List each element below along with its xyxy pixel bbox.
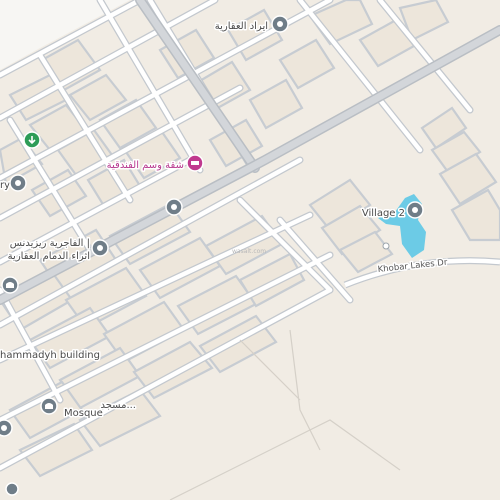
label-masjid: مسجد... (100, 400, 136, 411)
label-partial-ry: ry (0, 180, 10, 191)
mosque-pin-left[interactable] (1, 276, 19, 294)
map-canvas[interactable]: ايراد العقارية شقة وسم الفندقية Village … (0, 0, 500, 500)
irad-pin[interactable] (271, 15, 289, 33)
lake-marker (382, 242, 390, 250)
label-village2: Village 2 (362, 208, 405, 219)
left-pin[interactable] (9, 174, 27, 192)
label-faj-2: اثراء الدمام العقارية (8, 251, 90, 262)
edge-pin-2[interactable] (5, 482, 19, 496)
label-irad: ايراد العقارية (215, 21, 268, 32)
bed-icon (191, 161, 199, 165)
label-mosque: Mosque (64, 408, 103, 419)
faj-pin[interactable] (91, 239, 109, 257)
village2-pin[interactable] (406, 201, 424, 219)
grey-pin[interactable] (165, 198, 183, 216)
watermark: wasalt.com (232, 248, 266, 255)
label-faj-1: الفاجرية ريزيدنس | (10, 238, 90, 249)
label-wasm: شقة وسم الفندقية (107, 160, 184, 171)
mosque-pin[interactable] (40, 397, 58, 415)
label-muhammadyh: hammadyh building (0, 350, 100, 361)
green-poi-pin[interactable] (23, 131, 41, 149)
wasm-hotel-pin[interactable] (186, 154, 204, 172)
edge-pin-1[interactable] (0, 419, 13, 437)
